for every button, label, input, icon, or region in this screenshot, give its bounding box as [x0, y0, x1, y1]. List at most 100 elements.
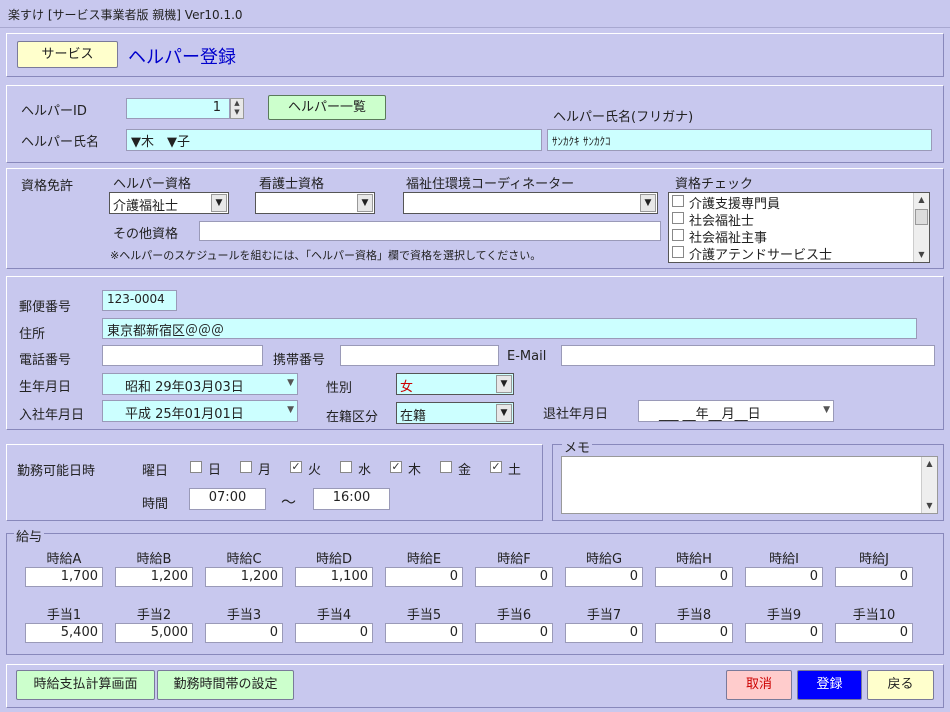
qual-check-list[interactable]: 介護支援専門員 社会福祉士 社会福祉主事 介護アテンドサービス士 ▲ ▼	[668, 192, 930, 263]
weekday-checkbox[interactable]: ✓	[490, 461, 502, 473]
retire-date-picker[interactable]: ___ __年__月__日 ▼	[638, 400, 834, 422]
memo-label: メモ	[562, 437, 593, 456]
chevron-down-icon[interactable]: ▼	[823, 405, 830, 415]
allowance-label: 手当2	[136, 608, 172, 623]
weekday-label-2: 火	[308, 463, 322, 478]
coordinator-select[interactable]: ▼	[403, 192, 658, 214]
hourly-wage-input[interactable]: 1,100	[295, 567, 373, 587]
memo-scrollbar[interactable]: ▲ ▼	[921, 457, 937, 513]
memo-textarea[interactable]: ▲ ▼	[561, 456, 938, 514]
weekday-checkbox[interactable]	[440, 461, 452, 473]
allowance-input[interactable]: 0	[835, 623, 913, 643]
helper-id-label: ヘルパーID	[21, 104, 87, 119]
allowance-input[interactable]: 5,400	[25, 623, 103, 643]
back-button[interactable]: 戻る	[867, 670, 934, 700]
email-input[interactable]	[561, 345, 935, 366]
helper-qual-label: ヘルパー資格	[113, 177, 192, 192]
qual-check-item[interactable]: 介護アテンドサービス士	[669, 244, 929, 262]
checkbox-icon[interactable]	[672, 246, 684, 258]
hourly-wage-input[interactable]: 0	[745, 567, 823, 587]
allowance-input[interactable]: 0	[385, 623, 463, 643]
helper-list-button[interactable]: ヘルパー一覧	[268, 95, 386, 120]
status-label: 在籍区分	[326, 410, 379, 425]
birth-label: 生年月日	[19, 380, 72, 395]
hourly-wage-input[interactable]: 0	[655, 567, 733, 587]
scroll-down-icon[interactable]: ▼	[914, 248, 929, 262]
allowance-input[interactable]: 5,000	[115, 623, 193, 643]
join-date-value: 平成 25年01月01日	[125, 407, 244, 422]
checkbox-icon[interactable]	[672, 212, 684, 224]
postal-input[interactable]: 123-0004	[102, 290, 177, 311]
join-date-picker[interactable]: 平成 25年01月01日 ▼	[102, 400, 298, 422]
hourly-wage-input[interactable]: 0	[565, 567, 643, 587]
checkbox-icon[interactable]	[672, 195, 684, 207]
hourly-wage-input[interactable]: 1,700	[25, 567, 103, 587]
status-select[interactable]: 在籍 ▼	[396, 402, 514, 424]
status-value: 在籍	[400, 409, 427, 424]
chevron-down-icon[interactable]: ▼	[287, 378, 294, 388]
qual-check-item[interactable]: 社会福祉士	[669, 210, 929, 229]
address-input[interactable]: 東京都新宿区＠＠＠	[102, 318, 917, 339]
work-hours-button[interactable]: 勤務時間帯の設定	[157, 670, 294, 700]
time-label: 時間	[142, 497, 169, 512]
helper-qual-select[interactable]: 介護福祉士 ▼	[109, 192, 229, 214]
hourly-wage-input[interactable]: 0	[385, 567, 463, 587]
weekday-checkbox[interactable]	[340, 461, 352, 473]
mobile-input[interactable]	[340, 345, 499, 366]
chevron-down-icon[interactable]: ▼	[496, 404, 512, 422]
weekday-checkbox[interactable]	[190, 461, 202, 473]
furigana-input[interactable]: ｻﾝｶｸｷ ｻﾝｶｸｺ	[547, 129, 932, 151]
scroll-thumb[interactable]	[915, 209, 928, 225]
weekday-checkbox[interactable]: ✓	[390, 461, 402, 473]
qual-check-item[interactable]: 介護支援専門員	[669, 193, 929, 212]
end-time-input[interactable]: 16:00	[313, 488, 390, 510]
gender-select[interactable]: 女 ▼	[396, 373, 514, 395]
allowance-input[interactable]: 0	[205, 623, 283, 643]
scroll-down-icon[interactable]: ▼	[922, 499, 937, 513]
chevron-down-icon[interactable]: ▼	[640, 194, 656, 212]
helper-panel	[6, 85, 944, 163]
allowance-input[interactable]: 0	[565, 623, 643, 643]
qual-check-item[interactable]: 社会福祉主事	[669, 227, 929, 246]
hourly-wage-label: 時給G	[585, 552, 623, 567]
spinner-down-icon[interactable]: ▼	[231, 108, 243, 117]
weekday-label-0: 日	[208, 463, 222, 478]
chevron-down-icon[interactable]: ▼	[496, 375, 512, 393]
qual-list-scrollbar[interactable]: ▲ ▼	[913, 193, 929, 262]
checkbox-icon[interactable]	[672, 229, 684, 241]
chevron-down-icon[interactable]: ▼	[287, 405, 294, 415]
hourly-wage-input[interactable]: 1,200	[205, 567, 283, 587]
hourly-wage-input[interactable]: 0	[835, 567, 913, 587]
allowance-input[interactable]: 0	[295, 623, 373, 643]
scroll-up-icon[interactable]: ▲	[922, 457, 937, 471]
cancel-button[interactable]: 取消	[726, 670, 792, 700]
hourly-calc-button[interactable]: 時給支払計算画面	[16, 670, 155, 700]
hourly-wage-input[interactable]: 0	[475, 567, 553, 587]
hourly-wage-input[interactable]: 1,200	[115, 567, 193, 587]
helper-id-input[interactable]: 1	[126, 98, 230, 119]
spinner-up-icon[interactable]: ▲	[231, 99, 243, 108]
nurse-qual-select[interactable]: ▼	[255, 192, 375, 214]
other-qual-input[interactable]	[199, 221, 661, 241]
retire-date-value: ___ __年__月__日	[659, 407, 761, 422]
phone-input[interactable]	[102, 345, 263, 366]
weekday-checkbox[interactable]	[240, 461, 252, 473]
allowance-label: 手当9	[766, 608, 802, 623]
other-qual-label: その他資格	[113, 227, 179, 242]
allowance-input[interactable]: 0	[655, 623, 733, 643]
chevron-down-icon[interactable]: ▼	[357, 194, 373, 212]
helper-name-input[interactable]: ▼木 ▼子	[126, 129, 542, 151]
allowance-input[interactable]: 0	[745, 623, 823, 643]
allowance-input[interactable]: 0	[475, 623, 553, 643]
birth-date-picker[interactable]: 昭和 29年03月03日 ▼	[102, 373, 298, 395]
start-time-input[interactable]: 07:00	[189, 488, 266, 510]
hourly-wage-label: 時給D	[315, 552, 352, 567]
helper-id-spinner[interactable]: ▲ ▼	[230, 98, 244, 119]
weekday-label-5: 金	[458, 463, 472, 478]
service-button[interactable]: サービス	[17, 41, 118, 68]
scroll-up-icon[interactable]: ▲	[914, 193, 929, 207]
register-button[interactable]: 登録	[797, 670, 862, 700]
allowance-label: 手当7	[586, 608, 622, 623]
chevron-down-icon[interactable]: ▼	[211, 194, 227, 212]
weekday-checkbox[interactable]: ✓	[290, 461, 302, 473]
